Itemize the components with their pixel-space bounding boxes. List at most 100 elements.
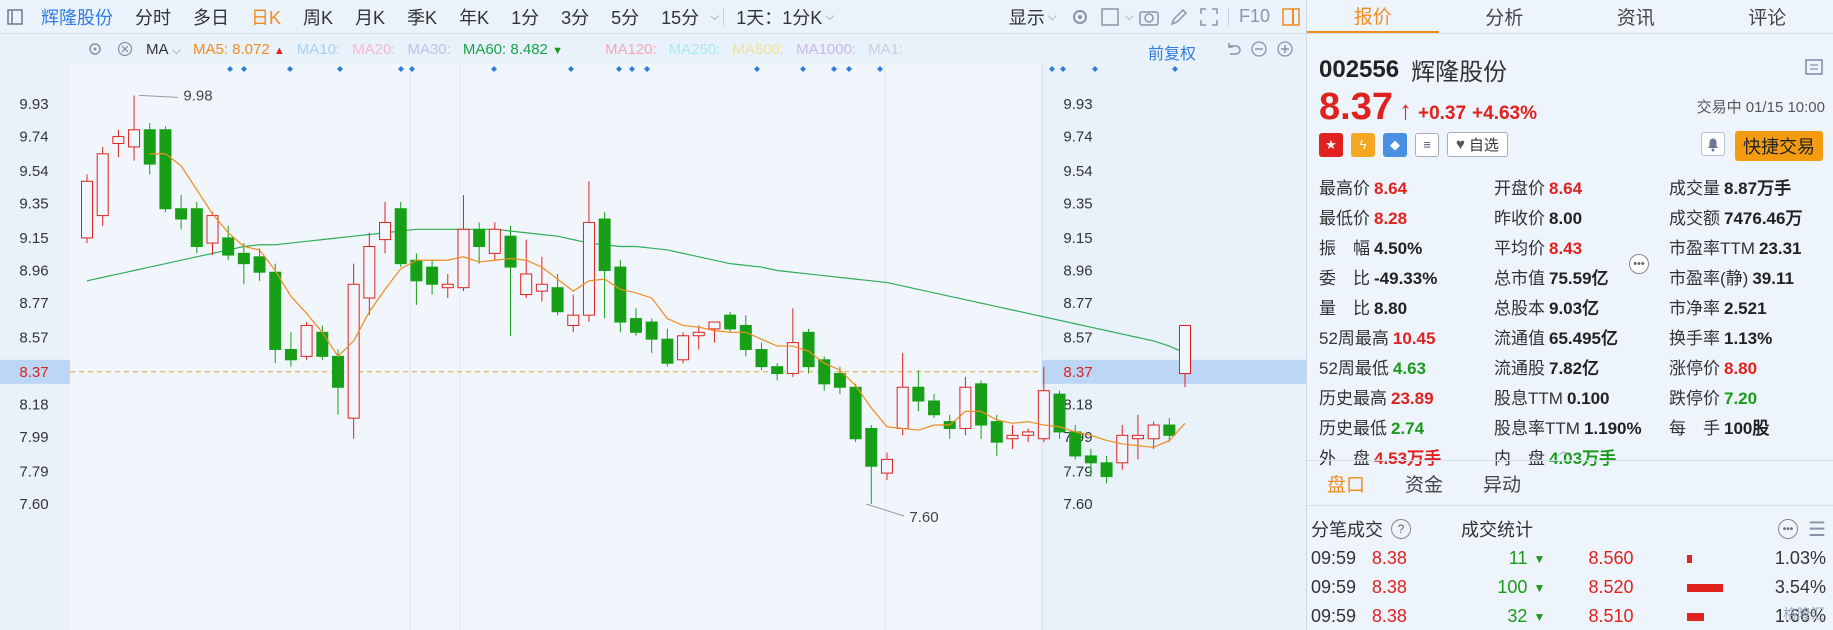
candle-body[interactable] — [175, 208, 188, 220]
period-tab[interactable]: 3分 — [550, 4, 600, 30]
bottom-tab[interactable]: 盘口 — [1307, 470, 1385, 497]
candle-body[interactable] — [645, 321, 658, 340]
candle-body[interactable] — [284, 348, 297, 361]
candle-body[interactable] — [331, 355, 344, 388]
candle-body[interactable] — [473, 228, 486, 247]
candle-body[interactable] — [488, 228, 501, 254]
candle-body[interactable] — [520, 273, 533, 296]
candle-body[interactable] — [1131, 434, 1144, 440]
candle-body[interactable] — [771, 366, 784, 375]
candle-body[interactable] — [739, 324, 752, 350]
candle-body[interactable] — [1116, 434, 1129, 464]
candle-body[interactable] — [724, 314, 737, 330]
range-select[interactable]: 1天：1分K ⌵ — [728, 4, 842, 30]
candle-body[interactable] — [347, 283, 360, 419]
period-tab[interactable]: 多日 — [182, 4, 240, 30]
period-tab[interactable]: 周K — [292, 4, 344, 30]
candle-body[interactable] — [81, 180, 93, 239]
candle-body[interactable] — [755, 348, 768, 368]
help-icon[interactable]: ? — [1391, 519, 1411, 539]
quote-tab[interactable]: 报价 — [1307, 0, 1439, 33]
period-tab[interactable]: 年K — [448, 4, 500, 30]
candle-body[interactable] — [206, 215, 219, 244]
panel-toggle-icon[interactable] — [1280, 6, 1302, 28]
bottom-tab[interactable]: 异动 — [1463, 470, 1541, 497]
candle-body[interactable] — [190, 208, 203, 247]
period-tab[interactable]: 15分 — [650, 4, 710, 30]
candle-body[interactable] — [865, 427, 878, 467]
candle-body[interactable] — [880, 458, 893, 474]
candle-body[interactable] — [535, 283, 548, 292]
candle-body[interactable] — [426, 266, 439, 285]
candle-body[interactable] — [1147, 424, 1160, 440]
period-tab[interactable]: 季K — [396, 4, 448, 30]
candle-body[interactable] — [410, 259, 423, 282]
candle-body[interactable] — [159, 129, 172, 210]
candle-body[interactable] — [504, 235, 517, 268]
candle-body[interactable] — [96, 153, 109, 217]
bottom-tab[interactable]: 资金 — [1385, 470, 1463, 497]
display-select[interactable]: 显示 ⌵ — [1001, 4, 1065, 30]
candle-body[interactable] — [300, 324, 313, 357]
undo-icon[interactable] — [1222, 38, 1244, 60]
candle-body[interactable] — [598, 218, 611, 272]
candle-body[interactable] — [567, 314, 580, 326]
zoom-out-icon[interactable] — [1248, 38, 1270, 60]
period-tab[interactable]: 月K — [344, 4, 396, 30]
candle-body[interactable] — [1163, 424, 1176, 436]
candle-body[interactable] — [551, 287, 564, 313]
candle-body[interactable] — [253, 256, 266, 273]
candle-body[interactable] — [222, 237, 235, 256]
more-options-icon[interactable]: ••• — [1629, 254, 1649, 274]
candle-body[interactable] — [1037, 390, 1050, 440]
candle-body[interactable] — [912, 386, 925, 402]
candle-body[interactable] — [128, 129, 141, 148]
f10-button[interactable]: F10 — [1233, 6, 1276, 27]
candle-body[interactable] — [928, 400, 941, 416]
list-icon[interactable]: ☰ — [1808, 517, 1826, 542]
chevron-down-icon[interactable]: ⌵ — [1125, 9, 1134, 24]
candle-body[interactable] — [441, 283, 454, 289]
candle-body[interactable] — [661, 338, 674, 364]
period-tab[interactable]: 5分 — [600, 4, 650, 30]
more-icon[interactable]: ••• — [1778, 519, 1799, 539]
candle-body[interactable] — [614, 266, 627, 323]
period-tab[interactable]: 分时 — [124, 4, 182, 30]
candle-body[interactable] — [1069, 431, 1082, 457]
close-circle-icon[interactable] — [114, 38, 136, 60]
ma-type-select[interactable]: MA ⌵ — [146, 41, 181, 58]
candle-body[interactable] — [582, 221, 595, 316]
candle-body[interactable] — [1006, 434, 1019, 440]
candle-body[interactable] — [692, 331, 705, 337]
candle-body[interactable] — [677, 335, 690, 361]
zoom-in-icon[interactable] — [1274, 38, 1296, 60]
bell-alert-icon[interactable] — [1701, 132, 1725, 156]
fullscreen-icon[interactable] — [1198, 6, 1220, 28]
candle-body[interactable] — [1022, 431, 1035, 436]
candle-body[interactable] — [833, 373, 846, 388]
quote-tab[interactable]: 评论 — [1702, 0, 1833, 33]
candle-body[interactable] — [394, 208, 407, 265]
kline-chart[interactable]: 9.93 9.93 9.74 9.74 9.54 9.54 9.35 9.35 9.15 9.15… — [0, 64, 1306, 630]
candle-body[interactable] — [1179, 324, 1191, 375]
lightning-icon[interactable]: ϟ — [1351, 132, 1375, 157]
sidebar-toggle-icon[interactable] — [4, 6, 26, 28]
candle-body[interactable] — [379, 221, 392, 241]
candle-body[interactable] — [143, 129, 156, 165]
adjust-button[interactable]: 前复权 — [1148, 40, 1196, 64]
quick-trade-button[interactable]: 快捷交易 — [1735, 131, 1823, 161]
pen-draw-icon[interactable] — [1168, 6, 1190, 28]
chevron-down-icon[interactable]: ⌵ — [710, 9, 719, 24]
candle-body[interactable] — [990, 421, 1003, 443]
stock-name-tab[interactable]: 辉隆股份 — [30, 4, 124, 30]
camera-icon[interactable] — [1138, 6, 1160, 28]
candle-body[interactable] — [708, 321, 721, 330]
settings-gear-icon[interactable] — [1069, 6, 1091, 28]
candle-body[interactable] — [1100, 462, 1113, 478]
chevron-up-icon[interactable]: ︿ — [1557, 440, 1570, 459]
tag-icon[interactable]: ◆ — [1383, 132, 1407, 157]
candle-body[interactable] — [630, 318, 642, 333]
collapse-panel-icon[interactable] — [1805, 58, 1823, 79]
candle-body[interactable] — [316, 331, 329, 357]
quote-tab[interactable]: 分析 — [1439, 0, 1571, 33]
